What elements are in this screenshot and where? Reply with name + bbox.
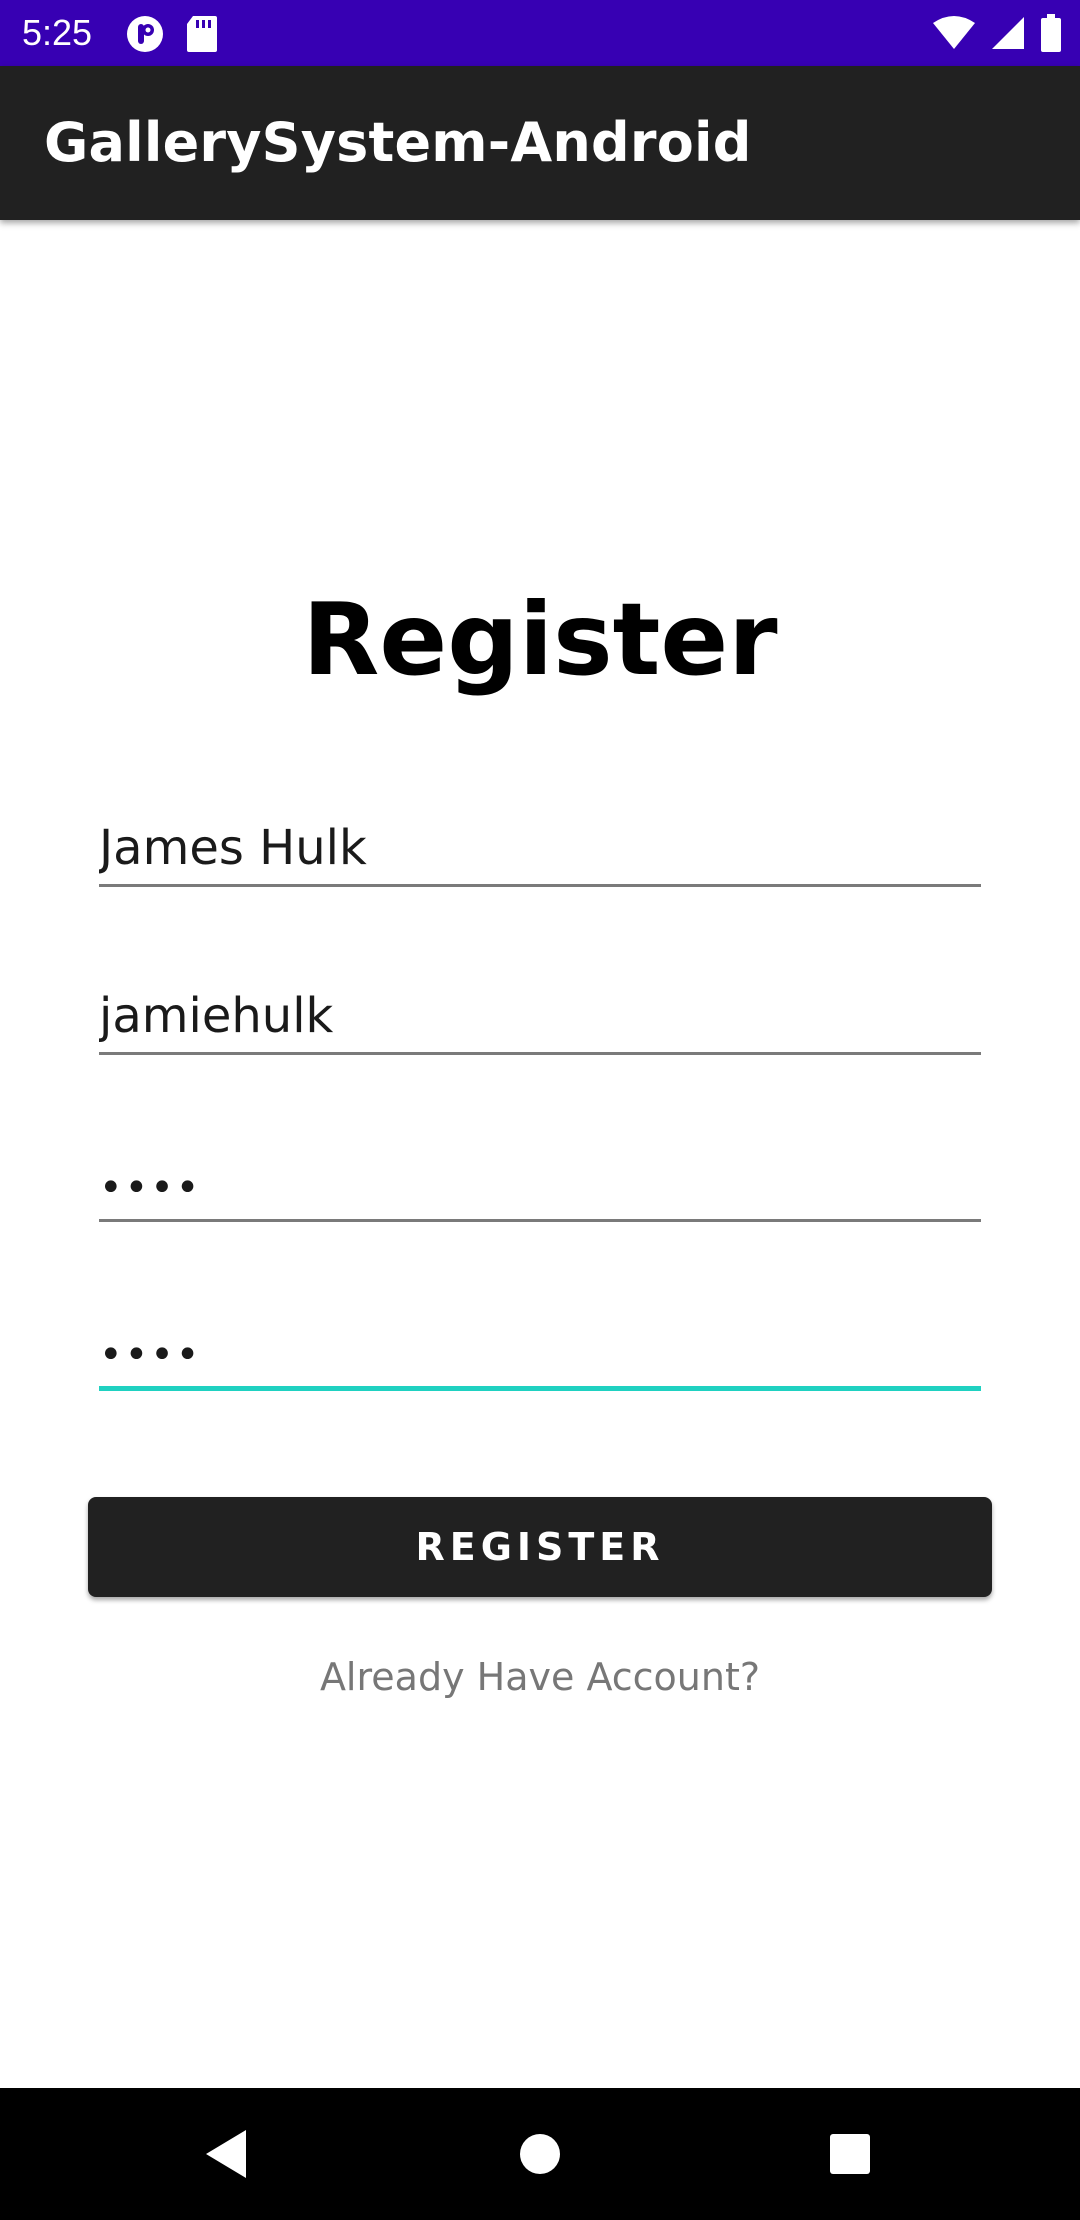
navigation-bar bbox=[0, 2088, 1080, 2220]
app-title: GallerySystem-Android bbox=[44, 111, 752, 174]
username-field[interactable] bbox=[99, 955, 981, 1055]
password-input[interactable] bbox=[99, 1165, 981, 1211]
confirm-password-field[interactable] bbox=[99, 1291, 981, 1391]
username-input[interactable] bbox=[99, 988, 981, 1044]
app-bar: GallerySystem-Android bbox=[0, 66, 1080, 220]
status-bar: 5:25 bbox=[0, 0, 1080, 66]
full-name-field[interactable] bbox=[99, 787, 981, 887]
password-field[interactable] bbox=[99, 1122, 981, 1222]
p-badge-icon bbox=[125, 14, 165, 59]
cell-signal-icon bbox=[990, 15, 1026, 56]
sd-card-icon bbox=[185, 14, 219, 59]
status-time: 5:25 bbox=[22, 12, 93, 53]
recents-icon[interactable] bbox=[820, 2124, 880, 2184]
home-icon[interactable] bbox=[510, 2124, 570, 2184]
page-title: Register bbox=[302, 581, 778, 698]
register-button[interactable]: REGISTER bbox=[88, 1497, 992, 1597]
battery-icon bbox=[1040, 14, 1062, 57]
wifi-icon bbox=[932, 15, 976, 56]
back-icon[interactable] bbox=[196, 2124, 256, 2184]
already-have-account-link[interactable]: Already Have Account? bbox=[0, 1655, 1080, 1699]
full-name-input[interactable] bbox=[99, 820, 981, 876]
confirm-password-input[interactable] bbox=[99, 1332, 981, 1378]
